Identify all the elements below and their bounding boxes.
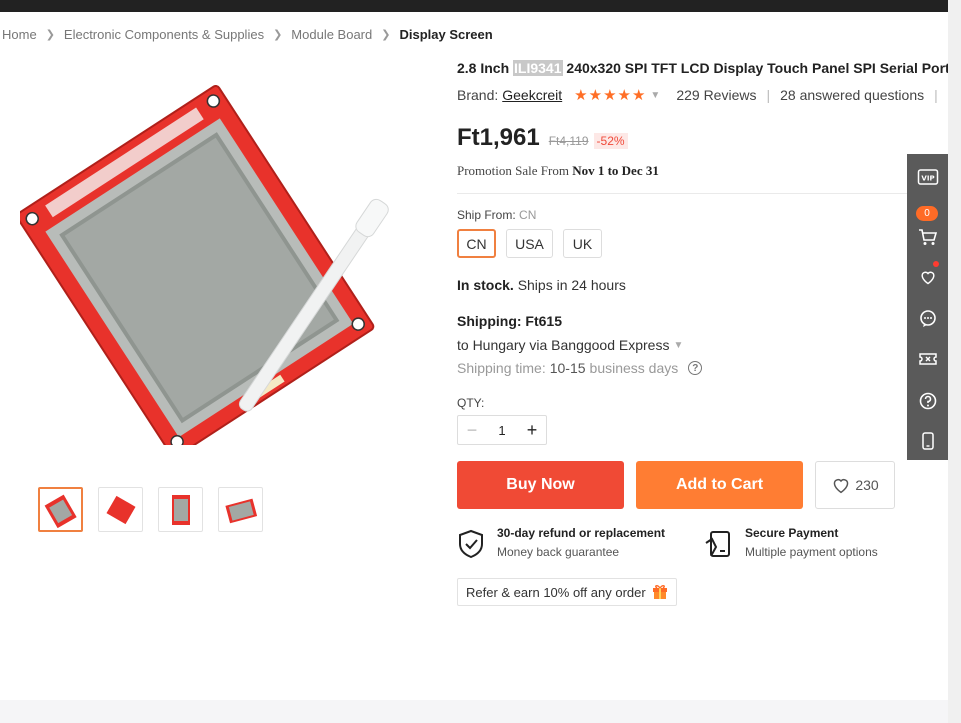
vip-button[interactable]: VIP bbox=[907, 164, 948, 190]
qty-decrease-button[interactable]: − bbox=[458, 420, 486, 441]
chevron-down-icon[interactable]: ▼ bbox=[650, 90, 660, 101]
refer-text[interactable]: Refer & earn 10% off any order bbox=[466, 585, 646, 600]
sidebar-wishlist-button[interactable] bbox=[907, 264, 948, 290]
ship-from-text: Ship From: bbox=[457, 208, 516, 222]
footer-strip bbox=[0, 700, 948, 723]
thumbnail-3[interactable] bbox=[158, 487, 203, 532]
ship-time-days: 10-15 bbox=[549, 360, 586, 376]
stock-bold: In stock. bbox=[457, 277, 514, 293]
ship-time-unit: business days bbox=[589, 360, 679, 376]
thumbnail-2[interactable] bbox=[98, 487, 143, 532]
ship-time-label: Shipping time: bbox=[457, 360, 546, 376]
page-scrollbar[interactable] bbox=[948, 0, 961, 723]
wishlist-button[interactable]: 230 bbox=[815, 461, 895, 509]
promo-prefix: Promotion Sale From bbox=[457, 163, 569, 178]
ship-to-text[interactable]: to Hungary via Banggood Express bbox=[457, 337, 669, 353]
cart-count-badge: 0 bbox=[916, 206, 938, 221]
reviews-link[interactable]: 229 Reviews bbox=[676, 87, 756, 103]
thumbnail-1[interactable] bbox=[38, 487, 83, 532]
thumbnail-4[interactable] bbox=[218, 487, 263, 532]
refer-earn-button[interactable]: Refer & earn 10% off any order bbox=[457, 578, 677, 606]
shield-check-icon bbox=[459, 529, 483, 559]
chat-icon bbox=[919, 310, 936, 327]
ship-option-cn[interactable]: CN bbox=[457, 229, 496, 258]
refund-title: 30-day refund or replacement bbox=[497, 526, 666, 540]
help-icon[interactable]: ? bbox=[688, 361, 703, 375]
payment-subtitle: Multiple payment options bbox=[745, 545, 878, 559]
ship-from-value: CN bbox=[519, 208, 537, 222]
chevron-down-icon[interactable]: ▼ bbox=[673, 340, 683, 351]
stock-status: In stock. Ships in 24 hours bbox=[457, 277, 626, 293]
secure-payment: Secure Payment Multiple payment options bbox=[703, 526, 878, 559]
promotion-text: Promotion Sale From Nov 1 to Dec 31 bbox=[457, 163, 659, 179]
ship-from-label: Ship From: CN bbox=[457, 208, 536, 222]
product-title: 2.8 Inch ILI9341 240x320 SPI TFT LCD Dis… bbox=[457, 60, 948, 76]
current-price: Ft1,961 bbox=[457, 124, 540, 151]
sidebar-help-button[interactable] bbox=[907, 388, 948, 414]
help-icon bbox=[919, 392, 936, 410]
add-to-cart-button[interactable]: Add to Cart bbox=[636, 461, 803, 509]
ship-from-options: CN USA UK bbox=[457, 229, 602, 258]
ship-to-selector[interactable]: to Hungary via Banggood Express ▼ bbox=[457, 337, 683, 353]
ship-option-usa[interactable]: USA bbox=[506, 229, 553, 258]
qty-input[interactable]: 1 bbox=[486, 423, 518, 438]
breadcrumb-home[interactable]: Home bbox=[2, 27, 37, 42]
sidebar-chat-button[interactable] bbox=[907, 306, 948, 332]
cart-icon bbox=[918, 229, 937, 245]
refund-guarantee: 30-day refund or replacement Money back … bbox=[457, 526, 665, 559]
chevron-right-icon: ❯ bbox=[45, 29, 55, 41]
mobile-phone-icon bbox=[921, 432, 934, 450]
divider: | bbox=[934, 87, 938, 103]
payment-title: Secure Payment bbox=[745, 526, 839, 540]
qty-increase-button[interactable]: + bbox=[518, 420, 546, 441]
wishlist-count: 230 bbox=[855, 477, 879, 493]
coupon-icon bbox=[918, 353, 937, 365]
brand-label: Brand: bbox=[457, 87, 499, 103]
qty-label: QTY: bbox=[457, 396, 485, 410]
shipping-time: Shipping time: 10-15 business days ? bbox=[457, 360, 703, 376]
heart-icon bbox=[920, 271, 935, 285]
stock-detail: Ships in 24 hours bbox=[517, 277, 626, 293]
promo-range: Nov 1 to Dec 31 bbox=[572, 163, 659, 178]
original-price: Ft4,119 bbox=[548, 134, 589, 148]
secure-payment-icon bbox=[705, 531, 730, 557]
breadcrumb-current: Display Screen bbox=[399, 27, 493, 42]
buy-now-button[interactable]: Buy Now bbox=[457, 461, 624, 509]
quantity-stepper: − 1 + bbox=[457, 415, 547, 445]
chevron-right-icon: ❯ bbox=[381, 29, 391, 41]
questions-link[interactable]: 28 answered questions bbox=[780, 87, 924, 103]
title-highlight: ILI9341 bbox=[513, 60, 563, 76]
product-meta-row: Brand: Geekcreit ★★★★★ ▼ 229 Reviews | 2… bbox=[457, 86, 948, 104]
shipping-cost: Shipping: Ft615 bbox=[457, 313, 562, 329]
sidebar-coupon-button[interactable] bbox=[907, 346, 948, 372]
gift-icon bbox=[652, 585, 667, 599]
heart-icon bbox=[834, 478, 849, 494]
refund-subtitle: Money back guarantee bbox=[497, 545, 620, 559]
divider: | bbox=[766, 87, 771, 103]
breadcrumb: Home ❯ Electronic Components & Supplies … bbox=[2, 27, 493, 42]
sidebar-cart-button[interactable] bbox=[907, 224, 948, 250]
vip-icon: VIP bbox=[917, 169, 938, 185]
thumbnail-strip bbox=[38, 487, 263, 532]
discount-badge: -52% bbox=[593, 133, 628, 149]
top-nav-bar bbox=[0, 0, 948, 12]
title-text-end: 240x320 SPI TFT LCD Display Touch Panel … bbox=[562, 60, 948, 76]
rating-stars[interactable]: ★★★★★ bbox=[574, 86, 646, 104]
breadcrumb-electronic-components[interactable]: Electronic Components & Supplies bbox=[64, 27, 264, 42]
sidebar-app-button[interactable] bbox=[907, 428, 948, 454]
title-text-start: 2.8 Inch bbox=[457, 60, 514, 76]
breadcrumb-module-board[interactable]: Module Board bbox=[291, 27, 372, 42]
section-divider bbox=[457, 193, 948, 194]
main-product-image[interactable] bbox=[16, 84, 420, 458]
chevron-right-icon: ❯ bbox=[273, 29, 283, 41]
side-toolbar: VIP 0 bbox=[907, 154, 948, 460]
ship-option-uk[interactable]: UK bbox=[563, 229, 602, 258]
price-row: Ft1,961 Ft4,119 -52% bbox=[457, 124, 628, 152]
vip-label: VIP bbox=[921, 175, 934, 183]
brand-link[interactable]: Geekcreit bbox=[502, 87, 562, 103]
